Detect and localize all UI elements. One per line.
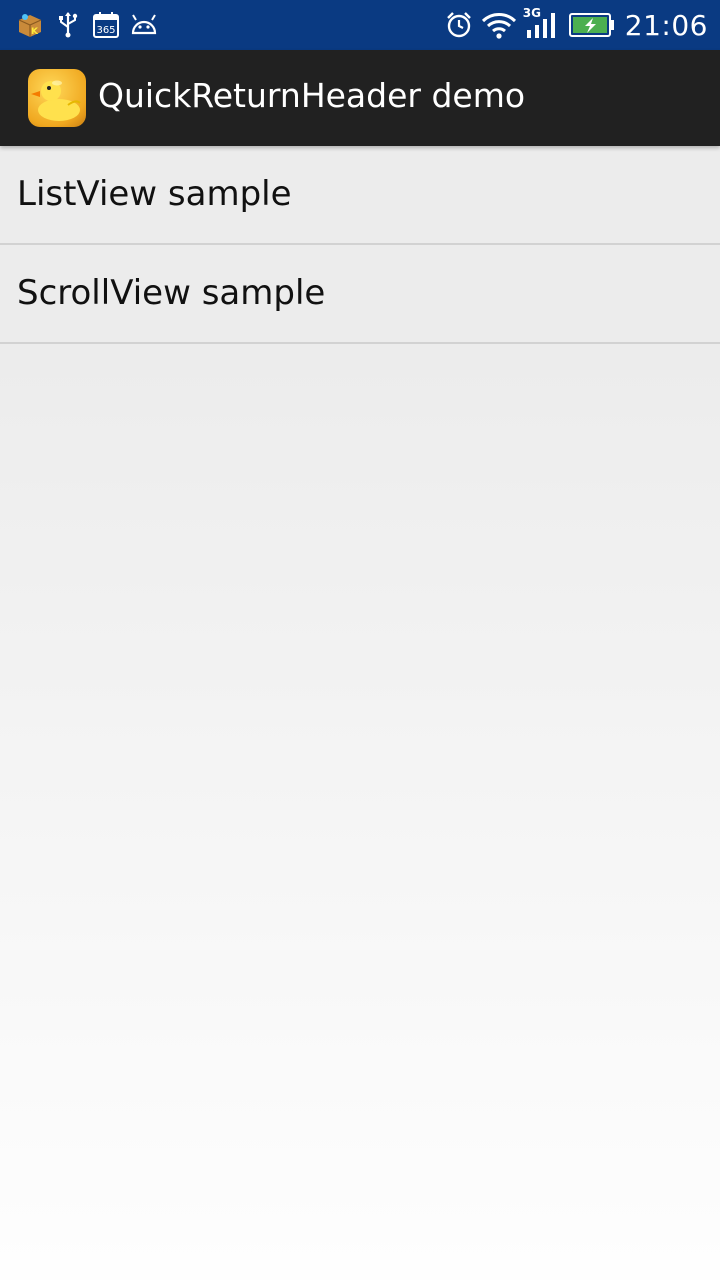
- sample-list: ListView sample ScrollView sample: [0, 146, 720, 344]
- status-bar: K 365 3G 21:06: [0, 0, 720, 50]
- svg-text:K: K: [31, 27, 39, 37]
- network-type-label: 3G: [522, 6, 541, 20]
- notification-icons: K 365: [14, 9, 166, 41]
- list-item-listview-sample[interactable]: ListView sample: [0, 146, 720, 245]
- android-debug-icon: [128, 9, 160, 41]
- list-item-scrollview-sample[interactable]: ScrollView sample: [0, 245, 720, 344]
- usb-icon: [52, 9, 84, 41]
- list-item-label: ListView sample: [17, 174, 292, 214]
- rubber-duck-icon[interactable]: [28, 69, 86, 127]
- app-title: QuickReturnHeader demo: [98, 76, 526, 115]
- calendar-icon: 365: [90, 9, 122, 41]
- system-status-icons: 3G 21:06: [437, 6, 708, 44]
- wifi-icon: [481, 11, 517, 39]
- action-bar: QuickReturnHeader demo: [0, 50, 720, 146]
- cell-signal-icon: 3G: [523, 6, 555, 40]
- app-notification-icon: K: [14, 9, 46, 41]
- status-clock: 21:06: [624, 8, 708, 42]
- alarm-icon: [445, 11, 473, 39]
- list-item-label: ScrollView sample: [17, 273, 326, 313]
- calendar-number: 365: [96, 25, 115, 36]
- battery-charging-icon: [568, 12, 615, 38]
